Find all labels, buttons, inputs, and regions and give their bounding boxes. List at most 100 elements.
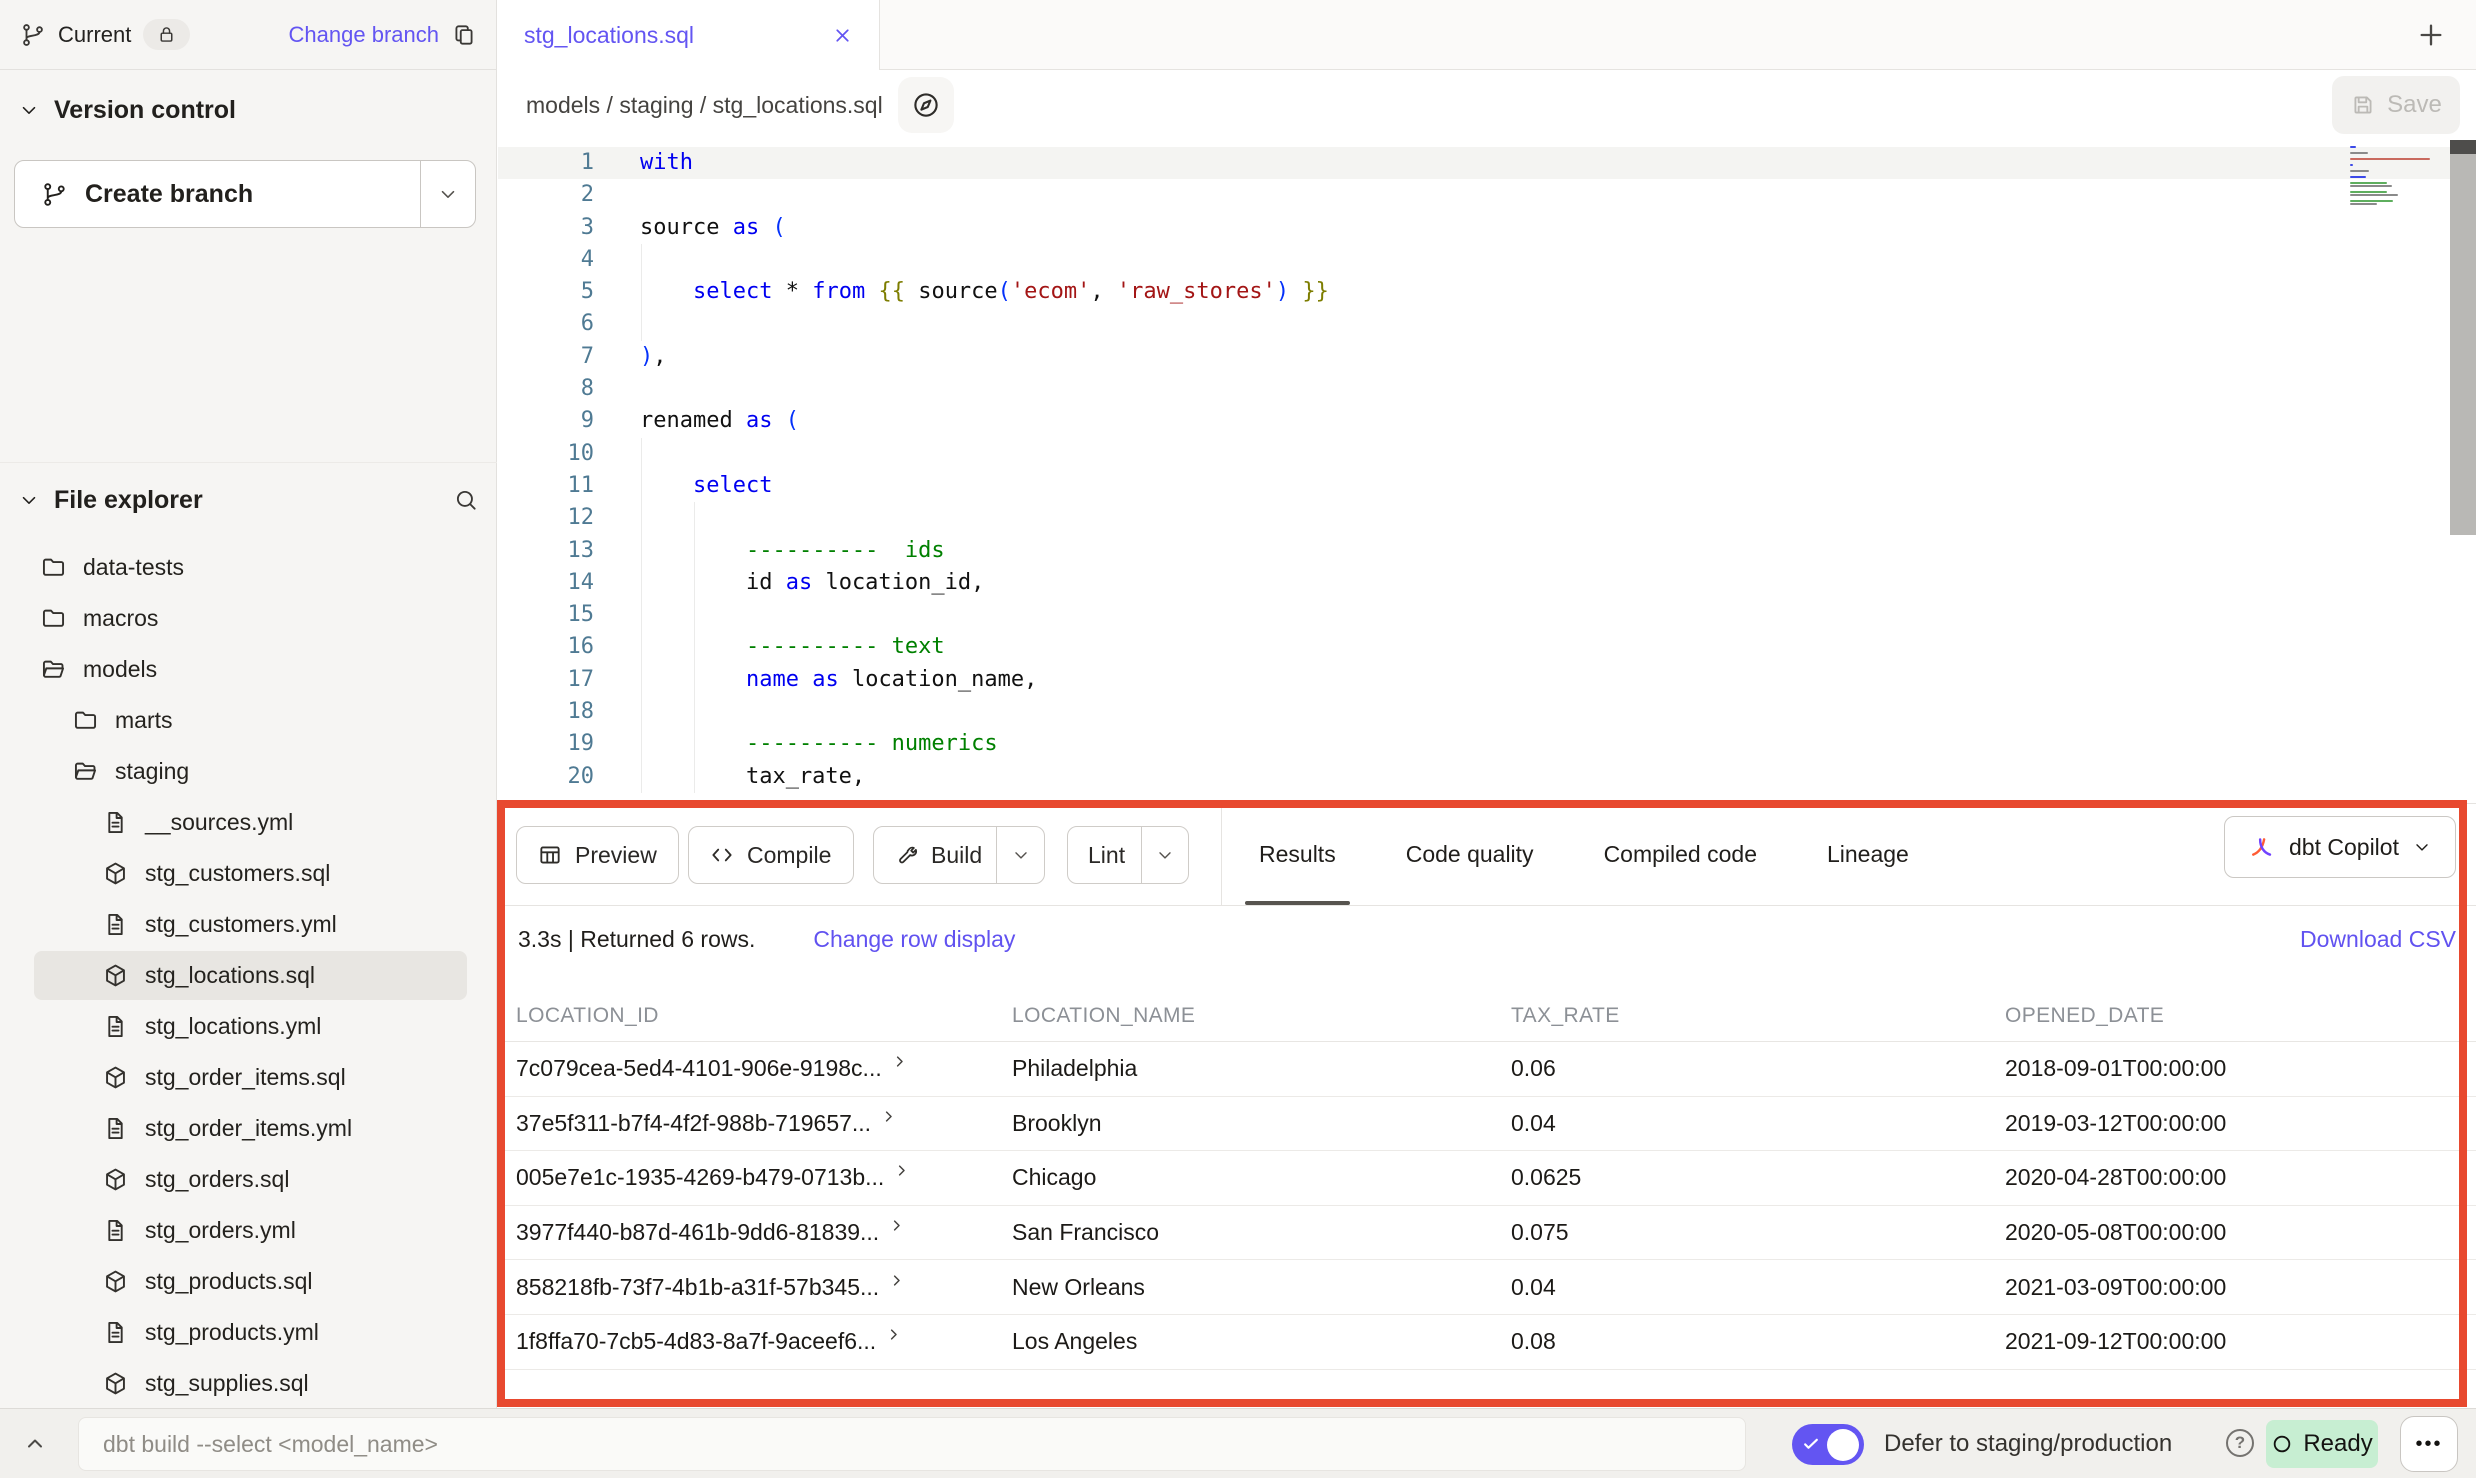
file-tree-item-stg-customers-yml[interactable]: stg_customers.yml: [0, 899, 497, 950]
minimap-line: [2350, 152, 2368, 154]
cell: 0.04: [1511, 1260, 1556, 1314]
file-tree-item-stg-products-sql[interactable]: stg_products.sql: [0, 1256, 497, 1307]
minimap-line: [2350, 161, 2436, 163]
minimap-line: [2350, 164, 2353, 166]
chevron-right-icon[interactable]: [894, 1163, 909, 1178]
line-number: 17: [498, 664, 594, 696]
plus-icon: [2417, 21, 2445, 49]
save-button[interactable]: Save: [2332, 76, 2460, 134]
file-tree-item-stg-products-yml[interactable]: stg_products.yml: [0, 1307, 497, 1358]
version-control-section-header[interactable]: Version control: [18, 86, 236, 134]
defer-toggle[interactable]: [1792, 1424, 1864, 1465]
toggle-knob: [1827, 1429, 1859, 1461]
code-line-17: 17 name as location_name,: [498, 664, 2476, 696]
file-name: __sources.yml: [145, 809, 293, 836]
minimap-line: [2350, 167, 2436, 169]
new-tab-button[interactable]: [2412, 16, 2450, 54]
lint-dropdown[interactable]: [1142, 845, 1188, 865]
file-explorer-section-header[interactable]: File explorer: [18, 474, 479, 526]
model-cube-icon: [102, 962, 129, 989]
tab-lineage[interactable]: Lineage: [1813, 804, 1923, 905]
tab-compiled-code[interactable]: Compiled code: [1590, 804, 1771, 905]
close-icon[interactable]: [832, 25, 853, 46]
more-options-button[interactable]: •••: [2400, 1416, 2458, 1472]
model-cube-icon: [102, 860, 129, 887]
minimap-line: [2350, 185, 2392, 187]
create-branch-button[interactable]: Create branch: [14, 160, 476, 228]
minimap-line: [2350, 182, 2387, 184]
file-tree-item-data-tests[interactable]: data-tests: [0, 542, 497, 593]
code-text: name as location_name,: [640, 664, 1037, 696]
table-row-1: 7c079cea-5ed4-4101-906e-9198c...Philadel…: [498, 1042, 2476, 1097]
open-docs-button[interactable]: [898, 77, 954, 133]
chevron-up-icon[interactable]: [14, 1425, 56, 1463]
editor-scrollbar[interactable]: [2450, 140, 2476, 535]
cell: Philadelphia: [1012, 1042, 1137, 1096]
cell: 0.08: [1511, 1315, 1556, 1369]
file-tree-item-marts[interactable]: marts: [0, 695, 497, 746]
create-branch-dropdown[interactable]: [420, 161, 475, 227]
file-tree-item-stg-orders-sql[interactable]: stg_orders.sql: [0, 1154, 497, 1205]
tab-stg-locations-sql[interactable]: stg_locations.sql: [498, 0, 880, 70]
build-dropdown[interactable]: [997, 845, 1044, 865]
file-tree-item-macros[interactable]: macros: [0, 593, 497, 644]
tab-code-quality[interactable]: Code quality: [1392, 804, 1548, 905]
command-input[interactable]: [78, 1417, 1746, 1471]
lint-label: Lint: [1088, 842, 1125, 869]
main-area: stg_locations.sql models / staging / stg…: [498, 0, 2476, 1408]
results-panel: Preview Compile Build Lint Results Code q…: [498, 803, 2476, 1408]
file-tree-item-stg-orders-yml[interactable]: stg_orders.yml: [0, 1205, 497, 1256]
file-name: stg_customers.sql: [145, 860, 330, 887]
compile-button[interactable]: Compile: [688, 826, 854, 884]
breadcrumb-row: models / staging / stg_locations.sql Sav…: [498, 70, 2476, 140]
file-tree-item--sources-yml[interactable]: __sources.yml: [0, 797, 497, 848]
code-line-20: 20 tax_rate,: [498, 761, 2476, 793]
file-tree-item-stg-locations-sql[interactable]: stg_locations.sql: [0, 950, 497, 1001]
file-tree-item-stg-order-items-sql[interactable]: stg_order_items.sql: [0, 1052, 497, 1103]
change-row-display-link[interactable]: Change row display: [813, 926, 1015, 953]
chevron-right-icon[interactable]: [886, 1327, 901, 1342]
copilot-icon: [2248, 833, 2276, 861]
save-icon: [2350, 92, 2376, 118]
file-tree-item-stg-order-items-yml[interactable]: stg_order_items.yml: [0, 1103, 497, 1154]
preview-button[interactable]: Preview: [516, 826, 679, 884]
change-branch-link[interactable]: Change branch: [289, 22, 439, 48]
status-circle-icon: [2271, 1433, 2293, 1455]
minimap-line: [2350, 194, 2398, 196]
build-button[interactable]: Build: [873, 826, 1045, 884]
folder-open-icon: [40, 656, 67, 683]
dbt-copilot-button[interactable]: dbt Copilot: [2224, 816, 2456, 878]
chevron-right-icon[interactable]: [889, 1218, 904, 1233]
file-tree-item-stg-locations-yml[interactable]: stg_locations.yml: [0, 1001, 497, 1052]
chevron-right-icon[interactable]: [889, 1273, 904, 1288]
code-editor[interactable]: 1with23source as (45 select * from {{ so…: [498, 140, 2476, 803]
file-tree-item-stg-supplies-sql[interactable]: stg_supplies.sql: [0, 1358, 497, 1409]
lint-button[interactable]: Lint: [1067, 826, 1189, 884]
code-text: ),: [640, 341, 667, 373]
cell: Brooklyn: [1012, 1097, 1101, 1151]
file-tree-item-models[interactable]: models: [0, 644, 497, 695]
code-line-14: 14 id as location_id,: [498, 567, 2476, 599]
version-control-title: Version control: [54, 96, 236, 125]
save-label: Save: [2387, 91, 2442, 119]
results-table: LOCATION_IDLOCATION_NAMETAX_RATEOPENED_D…: [498, 991, 2476, 1370]
ready-label: Ready: [2303, 1430, 2372, 1458]
create-branch-main[interactable]: Create branch: [15, 161, 420, 227]
line-number: 13: [498, 535, 594, 567]
editor-minimap[interactable]: [2350, 146, 2436, 200]
file-tree-item-staging[interactable]: staging: [0, 746, 497, 797]
search-icon[interactable]: [453, 487, 479, 513]
line-number: 15: [498, 599, 594, 631]
copy-icon[interactable]: [451, 22, 477, 48]
scrollbar-thumb[interactable]: [2450, 140, 2476, 154]
help-icon[interactable]: ?: [2226, 1429, 2254, 1457]
minimap-line: [2350, 146, 2356, 148]
file-tree-item-stg-customers-sql[interactable]: stg_customers.sql: [0, 848, 497, 899]
file-name: stg_orders.sql: [145, 1166, 289, 1193]
chevron-right-icon[interactable]: [892, 1054, 907, 1069]
chevron-right-icon[interactable]: [881, 1109, 896, 1124]
download-csv-link[interactable]: Download CSV: [2300, 926, 2456, 953]
code-line-5: 5 select * from {{ source('ecom', 'raw_s…: [498, 276, 2476, 308]
tab-results[interactable]: Results: [1245, 804, 1350, 905]
cell: 2021-09-12T00:00:00: [2005, 1315, 2226, 1369]
